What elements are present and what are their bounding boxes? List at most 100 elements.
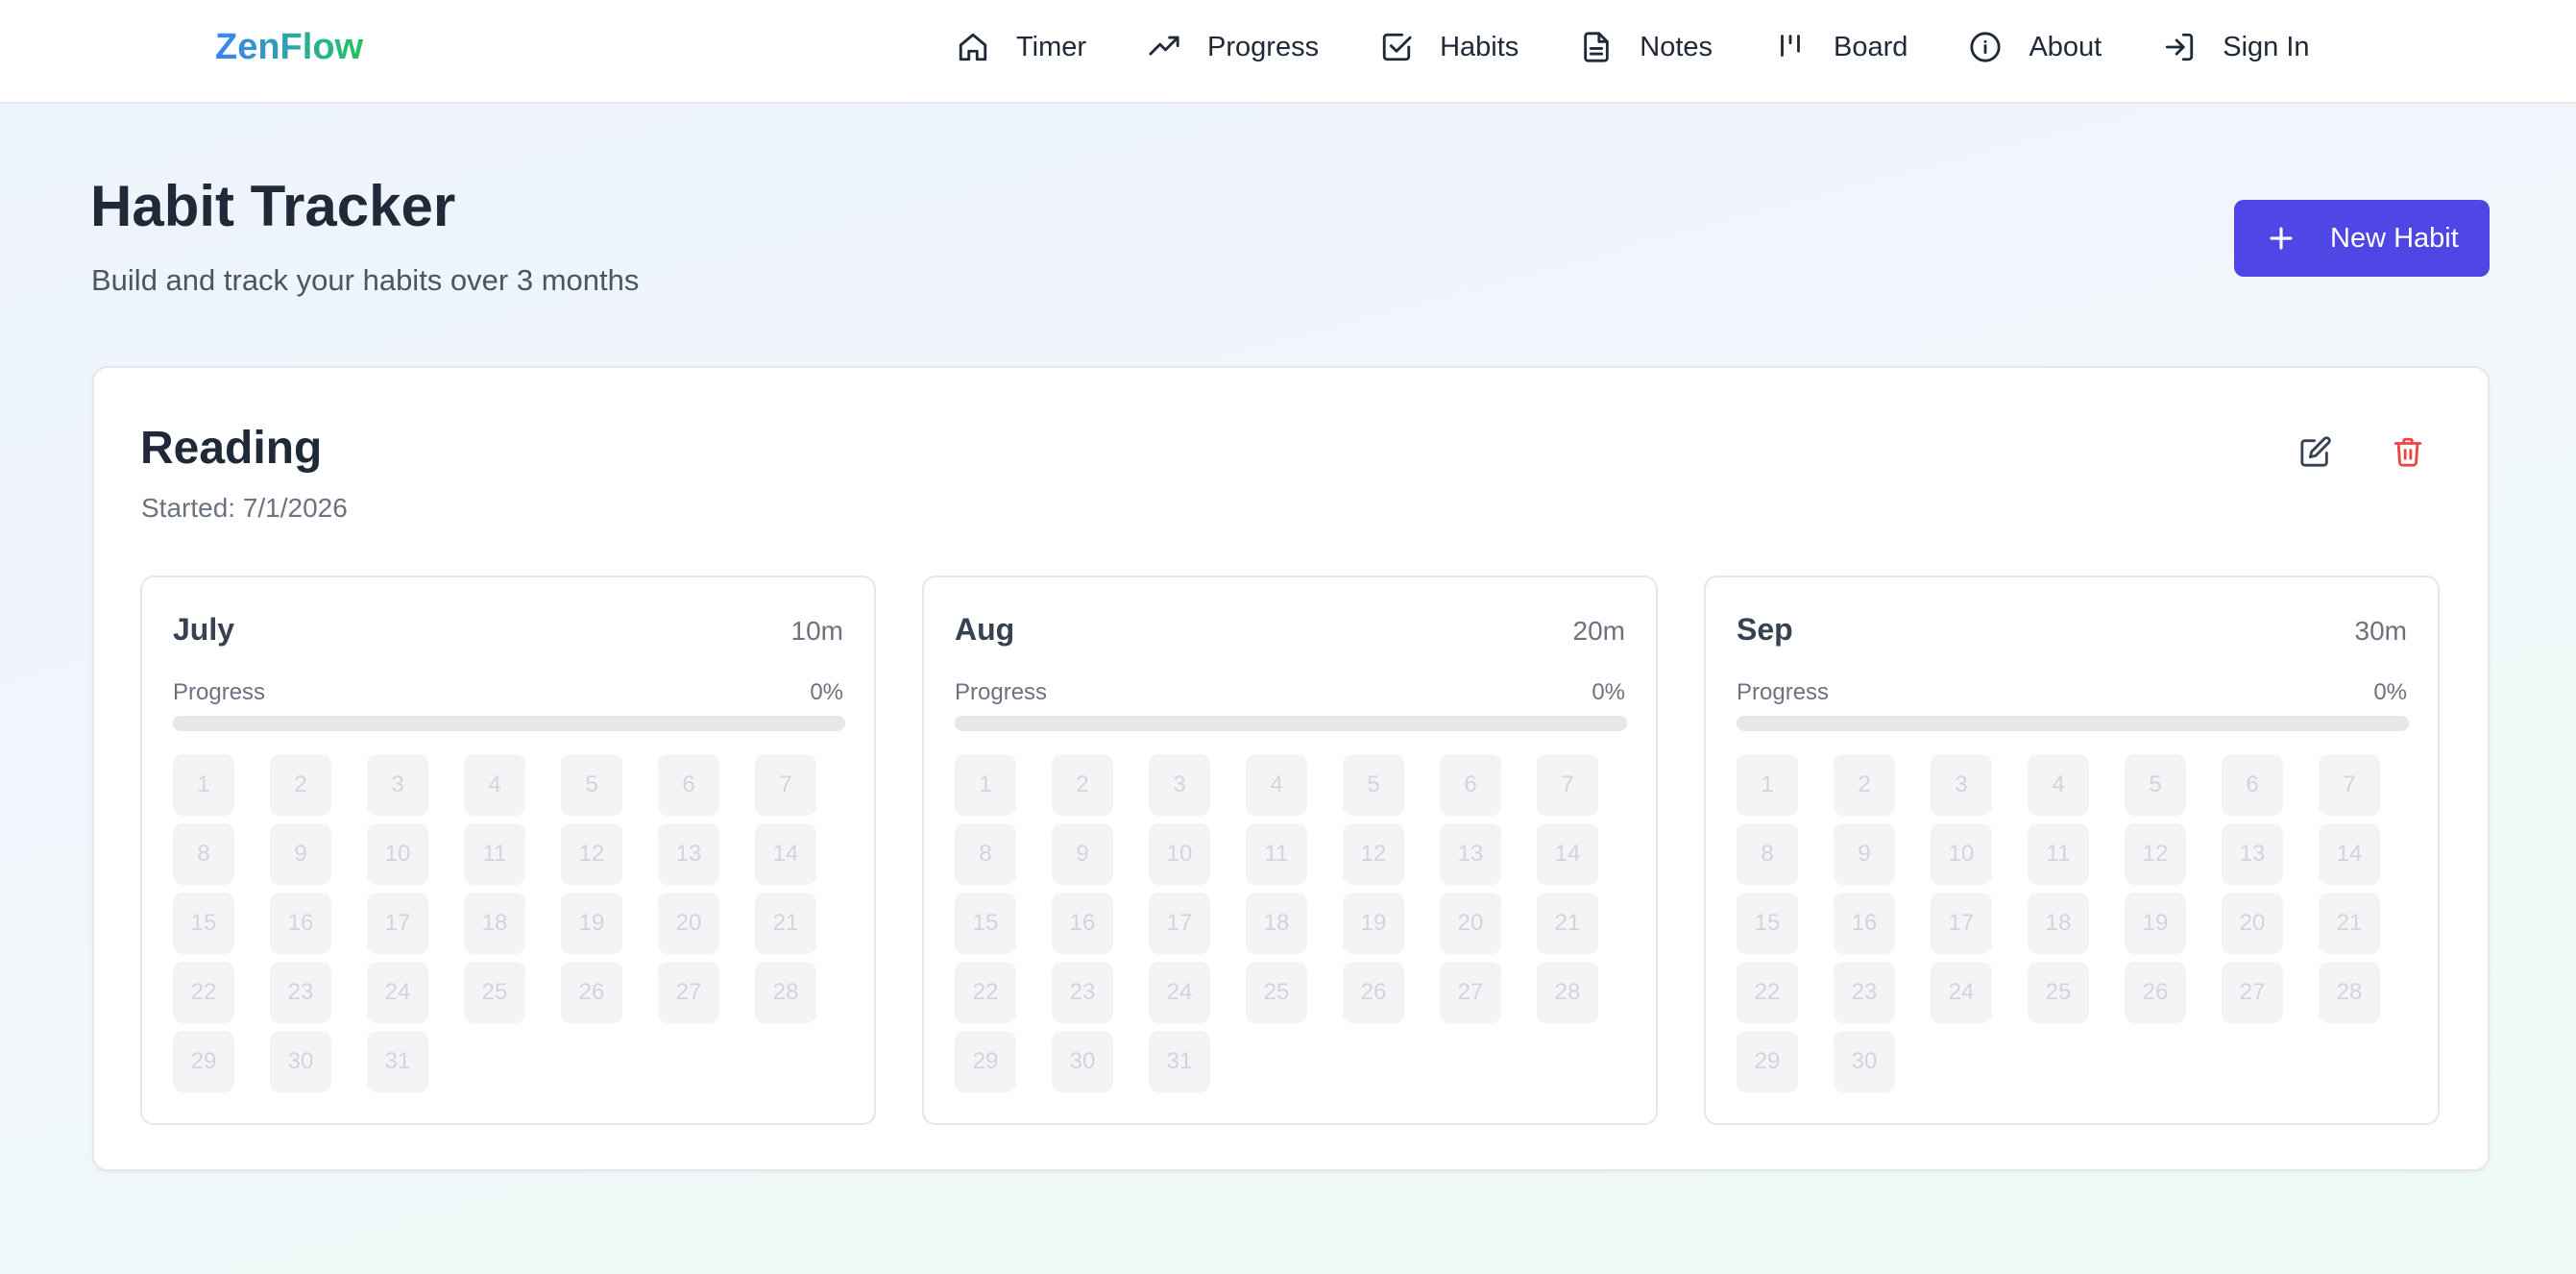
day-cell[interactable]: 11 <box>2028 823 2089 885</box>
day-cell[interactable]: 24 <box>1931 962 1992 1023</box>
day-cell[interactable]: 24 <box>1149 962 1210 1023</box>
day-cell[interactable]: 22 <box>173 962 234 1023</box>
nav-item-progress[interactable]: Progress <box>1148 23 1319 71</box>
day-cell[interactable]: 26 <box>2125 962 2186 1023</box>
day-cell[interactable]: 5 <box>561 754 622 816</box>
nav-item-timer[interactable]: Timer <box>957 23 1086 71</box>
day-cell[interactable]: 27 <box>2222 962 2283 1023</box>
day-cell[interactable]: 15 <box>955 893 1016 954</box>
day-cell[interactable]: 1 <box>173 754 234 816</box>
day-cell[interactable]: 7 <box>1537 754 1598 816</box>
day-cell[interactable]: 17 <box>1931 893 1992 954</box>
day-cell[interactable]: 21 <box>755 893 816 954</box>
day-cell[interactable]: 14 <box>1537 823 1598 885</box>
day-cell[interactable]: 21 <box>2319 893 2380 954</box>
day-cell[interactable]: 4 <box>2028 754 2089 816</box>
nav-item-board[interactable]: Board <box>1774 23 1908 71</box>
day-cell[interactable]: 6 <box>658 754 719 816</box>
day-cell[interactable]: 2 <box>1834 754 1895 816</box>
day-cell[interactable]: 10 <box>1149 823 1210 885</box>
day-cell[interactable]: 10 <box>1931 823 1992 885</box>
delete-habit-button[interactable] <box>2386 429 2430 474</box>
day-cell[interactable]: 12 <box>2125 823 2186 885</box>
day-cell[interactable]: 11 <box>464 823 525 885</box>
day-cell[interactable]: 3 <box>367 754 428 816</box>
day-cell[interactable]: 14 <box>755 823 816 885</box>
day-cell[interactable]: 29 <box>1737 1031 1798 1092</box>
day-cell[interactable]: 5 <box>1343 754 1404 816</box>
day-cell[interactable]: 8 <box>1737 823 1798 885</box>
day-cell[interactable]: 17 <box>1149 893 1210 954</box>
day-cell[interactable]: 31 <box>367 1031 428 1092</box>
day-cell[interactable]: 20 <box>658 893 719 954</box>
day-cell[interactable]: 2 <box>270 754 331 816</box>
day-cell[interactable]: 11 <box>1246 823 1307 885</box>
day-cell[interactable]: 1 <box>955 754 1016 816</box>
edit-habit-button[interactable] <box>2294 429 2338 474</box>
day-cell[interactable]: 2 <box>1052 754 1113 816</box>
day-cell[interactable]: 9 <box>270 823 331 885</box>
new-habit-button[interactable]: New Habit <box>2234 200 2490 277</box>
nav-item-notes[interactable]: Notes <box>1580 23 1713 71</box>
day-cell[interactable]: 19 <box>1343 893 1404 954</box>
day-cell[interactable]: 30 <box>1052 1031 1113 1092</box>
day-cell[interactable]: 5 <box>2125 754 2186 816</box>
day-cell[interactable]: 22 <box>955 962 1016 1023</box>
day-cell[interactable]: 9 <box>1834 823 1895 885</box>
day-cell[interactable]: 16 <box>270 893 331 954</box>
day-cell[interactable]: 29 <box>173 1031 234 1092</box>
day-cell[interactable]: 7 <box>755 754 816 816</box>
day-cell[interactable]: 9 <box>1052 823 1113 885</box>
day-cell[interactable]: 28 <box>755 962 816 1023</box>
day-cell[interactable]: 16 <box>1052 893 1113 954</box>
day-cell[interactable]: 27 <box>658 962 719 1023</box>
day-cell[interactable]: 15 <box>173 893 234 954</box>
day-cell[interactable]: 20 <box>2222 893 2283 954</box>
day-cell[interactable]: 13 <box>1440 823 1501 885</box>
day-cell[interactable]: 30 <box>270 1031 331 1092</box>
day-cell[interactable]: 23 <box>1834 962 1895 1023</box>
day-cell[interactable]: 1 <box>1737 754 1798 816</box>
nav-item-sign-in[interactable]: Sign In <box>2163 23 2310 71</box>
day-cell[interactable]: 6 <box>2222 754 2283 816</box>
brand-logo[interactable]: ZenFlow <box>215 23 363 71</box>
day-cell[interactable]: 13 <box>2222 823 2283 885</box>
day-cell[interactable]: 23 <box>1052 962 1113 1023</box>
day-cell[interactable]: 27 <box>1440 962 1501 1023</box>
day-cell[interactable]: 22 <box>1737 962 1798 1023</box>
nav-item-habits[interactable]: Habits <box>1380 23 1519 71</box>
day-cell[interactable]: 31 <box>1149 1031 1210 1092</box>
day-cell[interactable]: 14 <box>2319 823 2380 885</box>
nav-item-about[interactable]: About <box>1969 23 2102 71</box>
day-cell[interactable]: 26 <box>561 962 622 1023</box>
day-cell[interactable]: 4 <box>464 754 525 816</box>
day-cell[interactable]: 12 <box>1343 823 1404 885</box>
day-cell[interactable]: 13 <box>658 823 719 885</box>
day-cell[interactable]: 3 <box>1149 754 1210 816</box>
day-cell[interactable]: 17 <box>367 893 428 954</box>
day-cell[interactable]: 21 <box>1537 893 1598 954</box>
day-cell[interactable]: 19 <box>561 893 622 954</box>
day-cell[interactable]: 12 <box>561 823 622 885</box>
day-cell[interactable]: 20 <box>1440 893 1501 954</box>
day-cell[interactable]: 16 <box>1834 893 1895 954</box>
day-cell[interactable]: 18 <box>1246 893 1307 954</box>
day-cell[interactable]: 25 <box>464 962 525 1023</box>
day-cell[interactable]: 6 <box>1440 754 1501 816</box>
day-cell[interactable]: 25 <box>2028 962 2089 1023</box>
day-cell[interactable]: 26 <box>1343 962 1404 1023</box>
day-cell[interactable]: 18 <box>464 893 525 954</box>
day-cell[interactable]: 30 <box>1834 1031 1895 1092</box>
day-cell[interactable]: 18 <box>2028 893 2089 954</box>
day-cell[interactable]: 7 <box>2319 754 2380 816</box>
day-cell[interactable]: 4 <box>1246 754 1307 816</box>
day-cell[interactable]: 28 <box>2319 962 2380 1023</box>
day-cell[interactable]: 8 <box>173 823 234 885</box>
day-cell[interactable]: 8 <box>955 823 1016 885</box>
day-cell[interactable]: 29 <box>955 1031 1016 1092</box>
day-cell[interactable]: 15 <box>1737 893 1798 954</box>
day-cell[interactable]: 25 <box>1246 962 1307 1023</box>
day-cell[interactable]: 28 <box>1537 962 1598 1023</box>
day-cell[interactable]: 24 <box>367 962 428 1023</box>
day-cell[interactable]: 19 <box>2125 893 2186 954</box>
